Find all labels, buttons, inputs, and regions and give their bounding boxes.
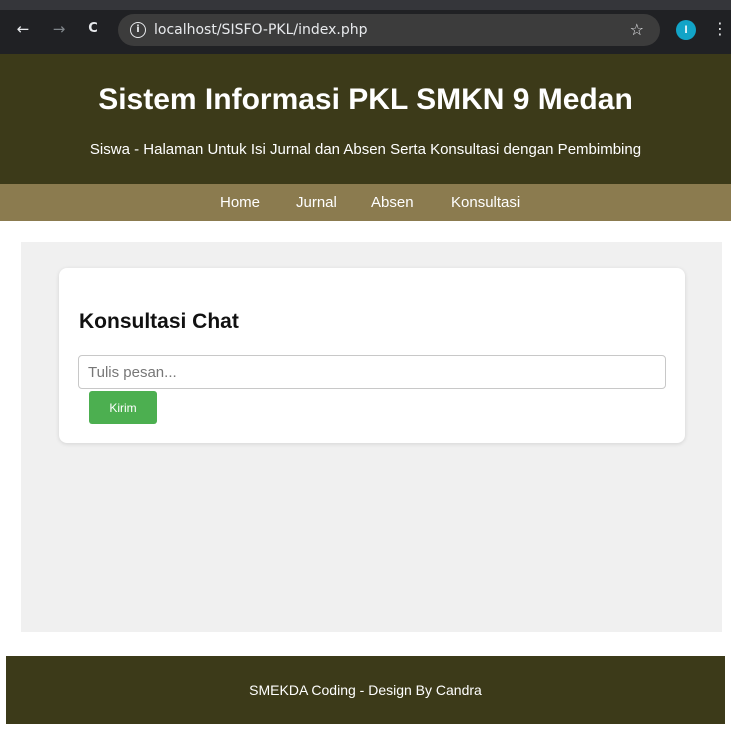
chat-title: Konsultasi Chat <box>79 310 239 333</box>
reload-icon[interactable]: C <box>84 20 102 38</box>
site-subtitle: Siswa - Halaman Untuk Isi Jurnal dan Abs… <box>89 141 642 158</box>
site-info-icon[interactable]: i <box>130 22 146 38</box>
nav-item-absen[interactable]: Absen <box>371 194 414 212</box>
bookmark-star-icon[interactable]: ☆ <box>630 20 644 40</box>
main-nav: Home Jurnal Absen Konsultasi <box>0 184 731 221</box>
nav-item-konsultasi[interactable]: Konsultasi <box>451 194 520 212</box>
address-bar[interactable]: i localhost/SISFO-PKL/index.php ☆ <box>118 14 660 46</box>
profile-avatar[interactable]: I <box>676 20 696 40</box>
back-icon[interactable]: ← <box>14 20 32 38</box>
footer-text: SMEKDA Coding - Design By Candra <box>249 682 482 698</box>
site-footer: SMEKDA Coding - Design By Candra <box>6 656 725 724</box>
url-text[interactable]: localhost/SISFO-PKL/index.php <box>154 22 368 38</box>
site-header: Sistem Informasi PKL SMKN 9 Medan Siswa … <box>0 54 731 184</box>
message-input[interactable] <box>78 355 666 389</box>
chat-card: Konsultasi Chat Kirim <box>59 268 685 443</box>
browser-tab-strip <box>0 0 731 10</box>
forward-icon[interactable]: → <box>50 20 68 38</box>
send-button[interactable]: Kirim <box>89 391 157 424</box>
nav-item-jurnal[interactable]: Jurnal <box>296 194 337 212</box>
site-title: Sistem Informasi PKL SMKN 9 Medan <box>98 83 633 116</box>
browser-menu-icon[interactable]: ⋮ <box>712 18 728 40</box>
main-content: Konsultasi Chat Kirim <box>21 242 722 632</box>
nav-item-home[interactable]: Home <box>220 194 260 212</box>
browser-toolbar: ← → C i localhost/SISFO-PKL/index.php ☆ … <box>0 0 731 54</box>
